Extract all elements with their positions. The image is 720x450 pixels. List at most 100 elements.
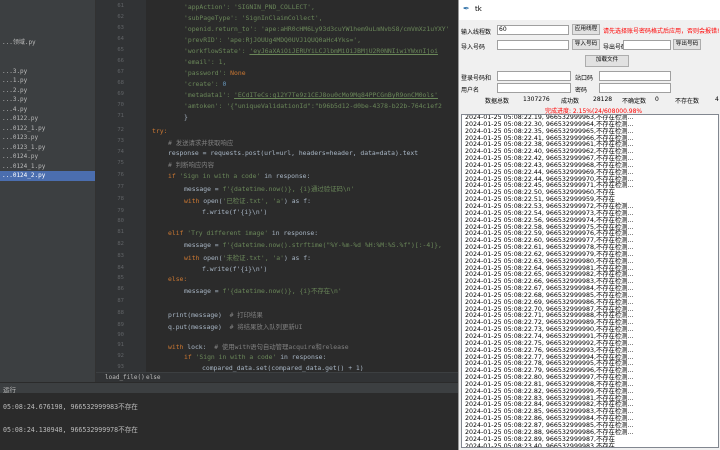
line-number: 86 — [117, 286, 124, 292]
code-line: else: — [168, 275, 188, 283]
notexist-label: 不存在数 — [675, 98, 700, 105]
code-line: message = f'{datetime.now()}, {i}通过验证码\n… — [184, 185, 355, 193]
tk-window: ✒ tk 输入线程数 60 应用线程 请先选择账号密码格式后应用，否则会报错! … — [458, 0, 720, 450]
format-warning: 请先选择账号密码格式后应用，否则会报错! — [603, 28, 720, 35]
total-label: 数据总数 — [485, 98, 510, 105]
breadcrumb-item[interactable]: load_file() — [105, 374, 145, 381]
project-panel: ...领域.py ...3.py ...1.py ...2.py ...3.py ...4… — [0, 0, 96, 382]
notexist-value: 4 — [715, 96, 719, 103]
login-input[interactable] — [497, 71, 571, 81]
line-number: 77 — [117, 184, 124, 190]
project-file-item[interactable]: ...0122_1.py — [0, 124, 95, 134]
line-number: 62 — [117, 14, 124, 20]
password-label: 密码 — [575, 87, 588, 94]
line-number: 65 — [117, 47, 124, 53]
line-number: 91 — [117, 342, 124, 348]
log-listbox[interactable]: 2024-01-25 05:08:22.19, 966532999963,不存在… — [461, 114, 719, 448]
project-file-item[interactable]: ...0123.py — [0, 133, 95, 143]
code-line: print(message) # 打印结果 — [168, 311, 263, 319]
feather-icon: ✒ — [463, 4, 470, 13]
uncertain-label: 不确定数 — [622, 98, 647, 105]
line-number: 61 — [117, 3, 124, 9]
code-line: message = f'{datetime.now()}, {i}不存在\n' — [184, 287, 342, 295]
line-number: 81 — [117, 229, 124, 235]
console-line: 05:08:24.676198, 966532999983不存在 — [3, 403, 138, 411]
project-file-item[interactable]: ...2.py — [0, 86, 95, 96]
line-number: 75 — [117, 160, 124, 166]
import-label: 导入号码 — [461, 44, 486, 51]
user-input[interactable] — [497, 83, 571, 93]
project-file-item[interactable] — [0, 19, 95, 29]
line-number: 74 — [117, 149, 124, 155]
code-line: 'subPageType': 'SignInClaimCollect', — [184, 14, 323, 22]
project-file-item[interactable]: ...领域.py — [0, 38, 95, 48]
code-editor[interactable]: 'appAction': 'SIGNIN_PND_COLLECT', 'subP… — [146, 0, 458, 372]
project-file-item[interactable] — [0, 10, 95, 20]
window-titlebar[interactable]: ✒ tk — [459, 0, 720, 20]
line-number: 88 — [117, 310, 124, 316]
line-number: 89 — [117, 322, 124, 328]
code-line: if 'Sign in with a code' in response: — [168, 172, 311, 180]
project-file-item[interactable]: ...1.py — [0, 76, 95, 86]
project-file-item[interactable]: ...0123_1.py — [0, 143, 95, 153]
code-line: 'workflowState': 'eyJ6aXAiOiJERUYiLCJlbm… — [184, 47, 438, 55]
project-file-item[interactable] — [0, 57, 95, 67]
line-number: 70 — [117, 102, 124, 108]
project-file-item[interactable]: ...4.py — [0, 105, 95, 115]
success-label: 成功数 — [561, 98, 580, 105]
run-console[interactable]: 05:08:24.676198, 966532999983不存在 05:08:2… — [0, 393, 458, 450]
export-input[interactable] — [623, 40, 671, 50]
code-line: compared_data.set(compared_data.get() + … — [202, 364, 364, 372]
project-file-item[interactable]: ...3.py — [0, 95, 95, 105]
line-number: 64 — [117, 36, 124, 42]
project-file-item[interactable]: ...3.py — [0, 67, 95, 77]
site-label: 站口码 — [575, 75, 594, 82]
line-number: 90 — [117, 332, 124, 338]
line-number: 87 — [117, 298, 124, 304]
thread-count-input[interactable]: 60 — [497, 25, 569, 35]
code-line: 'create': 0 — [184, 80, 227, 88]
import-button[interactable]: 导入号码 — [572, 39, 600, 50]
project-file-item[interactable] — [0, 29, 95, 39]
line-number: 68 — [117, 80, 124, 86]
password-input[interactable] — [599, 83, 671, 93]
code-line: 'openid.return_to': 'ape:aHR0cHM6Ly93d3c… — [184, 25, 450, 33]
code-line: 'prevRID': 'ape:RjJOUUg4MDQ0UVJ1QUQ0aHc4… — [184, 36, 361, 44]
log-entry[interactable]: 2024-01-25 05:08:23.40, 966532999983,不存在 — [462, 443, 718, 447]
project-file-item[interactable]: ...0124_2.py — [0, 171, 95, 181]
code-line: # 发送请求并获取响应 — [168, 139, 234, 147]
code-line: message = f'{datetime.now().strftime("%Y… — [184, 241, 442, 249]
project-file-item[interactable]: ...0124.py — [0, 152, 95, 162]
project-file-item[interactable] — [0, 48, 95, 58]
console-line: 05:08:24.130948, 966532999978不存在 — [3, 426, 138, 434]
site-input[interactable] — [599, 71, 671, 81]
export-button[interactable]: 导出号码 — [673, 39, 701, 50]
line-number: 71 — [117, 113, 124, 119]
load-file-button[interactable]: 加载文件 — [585, 55, 629, 67]
line-number: 79 — [117, 208, 124, 214]
total-value: 1307276 — [523, 96, 550, 103]
code-line: with lock: # 使用with语句自动管理acquire和release — [168, 343, 349, 351]
code-line: try: — [152, 127, 168, 135]
code-line: 'metadata1': 'ECdITeCs:g12Y7Te9z1CEJ8ou0… — [184, 91, 438, 99]
project-file-item[interactable]: ...0122.py — [0, 114, 95, 124]
code-line: } — [184, 113, 188, 121]
breadcrumb-item[interactable]: else — [146, 374, 160, 381]
code-line: q.put(message) # 将结果放入队列更新UI — [168, 323, 303, 331]
line-number: 66 — [117, 58, 124, 64]
window-title: tk — [475, 5, 482, 13]
user-label: 用户名 — [461, 87, 480, 94]
import-input[interactable] — [497, 40, 569, 50]
success-value: 28128 — [593, 96, 613, 103]
line-number: 78 — [117, 196, 124, 202]
project-file-item[interactable]: ...0124_1.py — [0, 162, 95, 172]
code-line: # 判断响应内容 — [168, 161, 215, 169]
apply-threads-button[interactable]: 应用线程 — [572, 24, 600, 35]
code-line: 'email': 1, — [184, 58, 227, 66]
code-line: with open('已检证.txt', 'a') as f: — [184, 197, 311, 205]
line-number: 92 — [117, 353, 124, 359]
project-file-item[interactable] — [0, 0, 95, 10]
code-line: if 'Sign in with a code' in response: — [184, 353, 327, 361]
code-line: with open('未检证.txt', 'a') as f: — [184, 254, 311, 262]
run-tool-bar: 运行 — [0, 382, 458, 394]
